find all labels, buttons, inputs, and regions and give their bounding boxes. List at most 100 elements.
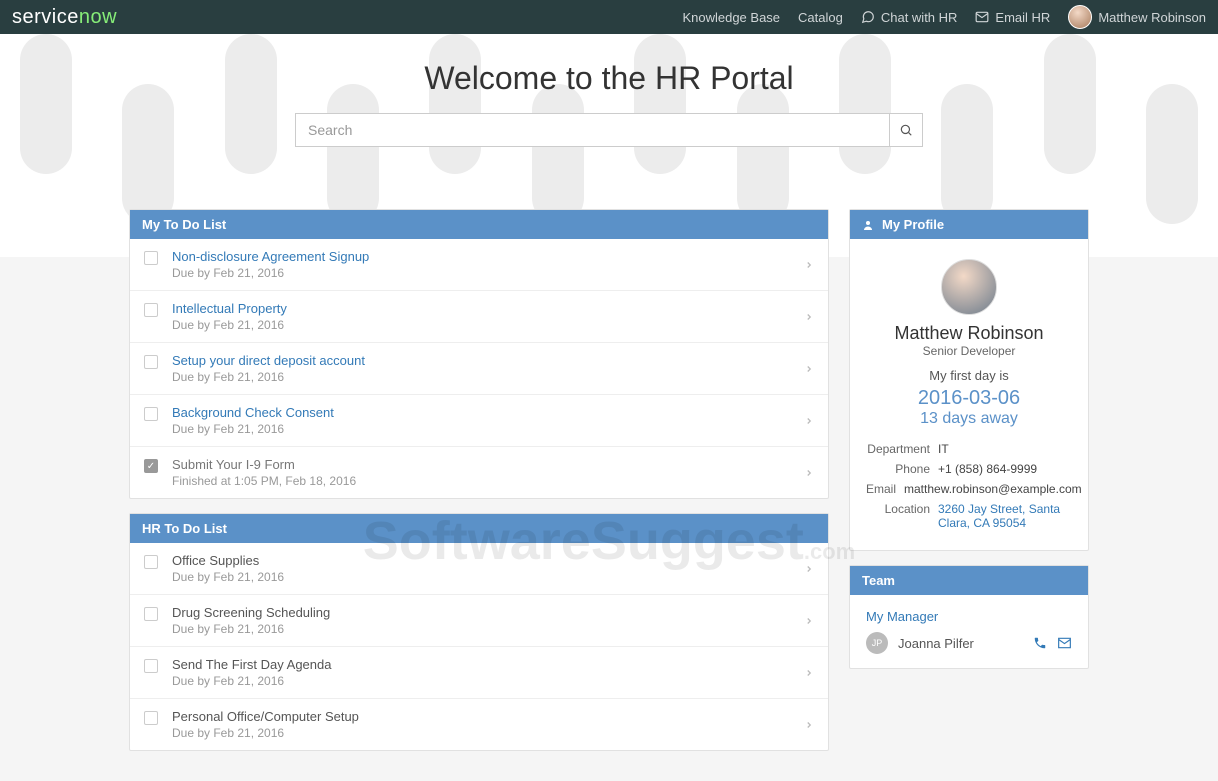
envelope-icon[interactable] — [1057, 636, 1072, 650]
panel-my-todo: My To Do List Non-disclosure Agreement S… — [129, 209, 829, 499]
todo-meta: Finished at 1:05 PM, Feb 18, 2016 — [172, 474, 814, 488]
arrow-right-icon[interactable] — [804, 468, 814, 478]
panel-profile-header: My Profile — [850, 210, 1088, 239]
chat-icon — [861, 10, 875, 24]
first-day-away: 13 days away — [866, 410, 1072, 428]
profile-name: Matthew Robinson — [866, 323, 1072, 344]
nav-links: Knowledge Base Catalog Chat with HR Emai… — [682, 5, 1206, 29]
col-right: My Profile Matthew Robinson Senior Devel… — [849, 209, 1089, 751]
main-container: SoftwareSuggest.com My To Do List Non-di… — [119, 209, 1099, 781]
checkbox-icon[interactable] — [144, 303, 158, 317]
manager-avatar: JP — [866, 632, 888, 654]
panel-team-header: Team — [850, 566, 1088, 595]
checkbox-icon[interactable] — [144, 555, 158, 569]
todo-title[interactable]: Background Check Consent — [172, 405, 814, 420]
todo-meta: Due by Feb 21, 2016 — [172, 674, 814, 688]
search-input[interactable] — [295, 113, 889, 147]
location-label: Location — [866, 502, 938, 530]
kv-location: Location 3260 Jay Street, Santa Clara, C… — [866, 502, 1072, 530]
nav-catalog[interactable]: Catalog — [798, 10, 843, 25]
arrow-right-icon[interactable] — [804, 364, 814, 374]
todo-meta: Due by Feb 21, 2016 — [172, 622, 814, 636]
todo-meta: Due by Feb 21, 2016 — [172, 370, 814, 384]
profile-avatar — [941, 259, 997, 315]
search-icon — [899, 123, 913, 137]
first-day-label: My first day is — [866, 368, 1072, 383]
col-left: My To Do List Non-disclosure Agreement S… — [129, 209, 829, 751]
kv-department: Department IT — [866, 442, 1072, 456]
todo-item[interactable]: Office Supplies Due by Feb 21, 2016 — [130, 543, 828, 594]
panel-hr-todo-body: Office SuppliesDue by Feb 21, 2016Drug S… — [130, 543, 828, 750]
page-title: Welcome to the HR Portal — [249, 60, 969, 97]
todo-item[interactable]: Drug Screening Scheduling Due by Feb 21, … — [130, 594, 828, 646]
nav-user[interactable]: Matthew Robinson — [1068, 5, 1206, 29]
checkbox-icon[interactable] — [144, 711, 158, 725]
checkbox-icon[interactable] — [144, 607, 158, 621]
checkbox-icon[interactable] — [144, 251, 158, 265]
todo-title[interactable]: Intellectual Property — [172, 301, 814, 316]
todo-title: Personal Office/Computer Setup — [172, 709, 814, 724]
todo-item[interactable]: Background Check ConsentDue by Feb 21, 2… — [130, 394, 828, 446]
todo-meta: Due by Feb 21, 2016 — [172, 570, 814, 584]
location-value[interactable]: 3260 Jay Street, Santa Clara, CA 95054 — [938, 502, 1072, 530]
email-value: matthew.robinson@example.com — [904, 482, 1082, 496]
logo[interactable]: servicenow — [12, 6, 117, 29]
arrow-right-icon[interactable] — [804, 564, 814, 574]
todo-meta: Due by Feb 21, 2016 — [172, 318, 814, 332]
phone-icon[interactable] — [1033, 636, 1047, 650]
manager-name: Joanna Pilfer — [898, 636, 1023, 651]
panel-my-todo-body: Non-disclosure Agreement Signup Due by Fe… — [130, 239, 828, 498]
phone-label: Phone — [866, 462, 938, 476]
kv-email: Email matthew.robinson@example.com — [866, 482, 1072, 496]
todo-meta: Due by Feb 21, 2016 — [172, 726, 814, 740]
phone-value: +1 (858) 864-9999 — [938, 462, 1072, 476]
todo-title: Office Supplies — [172, 553, 814, 568]
todo-title[interactable]: Non-disclosure Agreement Signup — [172, 249, 814, 264]
checkbox-icon[interactable] — [144, 659, 158, 673]
logo-text-1: service — [12, 6, 79, 28]
top-nav: servicenow Knowledge Base Catalog Chat w… — [0, 0, 1218, 34]
email-label: Email — [866, 482, 904, 496]
department-label: Department — [866, 442, 938, 456]
nav-user-label: Matthew Robinson — [1098, 10, 1206, 25]
todo-title[interactable]: Setup your direct deposit account — [172, 353, 814, 368]
todo-item[interactable]: Non-disclosure Agreement Signup Due by Fe… — [130, 239, 828, 290]
arrow-right-icon[interactable] — [804, 668, 814, 678]
avatar-icon — [1068, 5, 1092, 29]
team-row-manager: JP Joanna Pilfer — [866, 632, 1072, 654]
envelope-icon — [975, 10, 989, 24]
panel-profile: My Profile Matthew Robinson Senior Devel… — [849, 209, 1089, 551]
panel-team: Team My Manager JP Joanna Pilfer — [849, 565, 1089, 669]
arrow-right-icon[interactable] — [804, 312, 814, 322]
todo-title[interactable]: Submit Your I-9 Form — [172, 457, 814, 472]
panel-my-todo-header: My To Do List — [130, 210, 828, 239]
todo-meta: Due by Feb 21, 2016 — [172, 266, 814, 280]
department-value: IT — [938, 442, 1072, 456]
search-button[interactable] — [889, 113, 923, 147]
nav-email-hr[interactable]: Email HR — [975, 10, 1050, 25]
arrow-right-icon[interactable] — [804, 260, 814, 270]
team-body: My Manager JP Joanna Pilfer — [850, 595, 1088, 668]
my-manager-label[interactable]: My Manager — [866, 609, 1072, 624]
profile-role: Senior Developer — [866, 344, 1072, 358]
panel-hr-todo: HR To Do List Office Supplies Due by Feb … — [129, 513, 829, 751]
nav-chat-label: Chat with HR — [881, 10, 958, 25]
arrow-right-icon[interactable] — [804, 616, 814, 626]
todo-item[interactable]: Personal Office/Computer Setup Due by Feb… — [130, 698, 828, 750]
todo-item[interactable]: Setup your direct deposit account Due by … — [130, 342, 828, 394]
nav-email-label: Email HR — [995, 10, 1050, 25]
todo-title: Drug Screening Scheduling — [172, 605, 814, 620]
first-day-date: 2016-03-06 — [866, 387, 1072, 410]
arrow-right-icon[interactable] — [804, 416, 814, 426]
panel-hr-todo-header: HR To Do List — [130, 514, 828, 543]
panel-profile-title: My Profile — [882, 217, 944, 232]
nav-chat-hr[interactable]: Chat with HR — [861, 10, 958, 25]
checkbox-icon[interactable] — [144, 355, 158, 369]
todo-item[interactable]: Intellectual Property Due by Feb 21, 2016 — [130, 290, 828, 342]
todo-item[interactable]: ✓ Submit Your I-9 Form Finished at 1:05 PM… — [130, 446, 828, 498]
arrow-right-icon[interactable] — [804, 720, 814, 730]
checkbox-icon[interactable]: ✓ — [144, 459, 158, 473]
checkbox-icon[interactable] — [144, 407, 158, 421]
nav-knowledge-base[interactable]: Knowledge Base — [682, 10, 780, 25]
todo-item[interactable]: Send The First Day AgendaDue by Feb 21, … — [130, 646, 828, 698]
